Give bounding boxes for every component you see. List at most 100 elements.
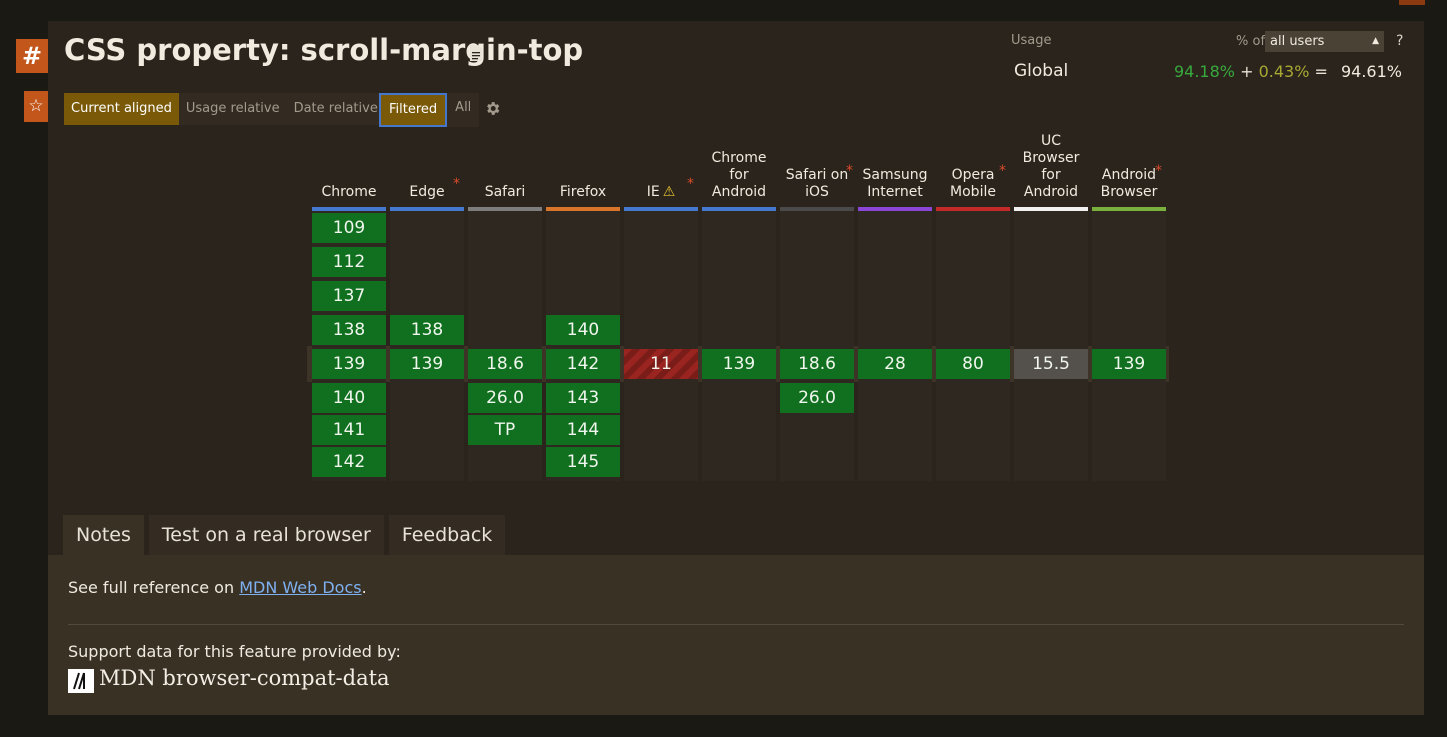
- tab-test-on-real-browser[interactable]: Test on a real browser: [148, 515, 384, 555]
- version-cell-ie[interactable]: 11: [624, 349, 698, 379]
- version-cell-chrome[interactable]: 138: [312, 315, 386, 345]
- version-cell-chrome[interactable]: 140: [312, 383, 386, 413]
- version-cell-firefox[interactable]: 144: [546, 415, 620, 445]
- browser-color-bar-android-browser: [1092, 207, 1166, 211]
- browser-header-safari[interactable]: Safari: [468, 184, 542, 201]
- usage-relative-button[interactable]: Usage relative: [178, 93, 287, 125]
- all-button[interactable]: All: [447, 93, 480, 127]
- tab-notes[interactable]: Notes: [63, 515, 144, 555]
- browser-header-firefox[interactable]: Firefox: [546, 184, 620, 201]
- browser-name-android-browser: Android Browser: [1100, 167, 1158, 200]
- full-support-percent: 94.18%: [1173, 62, 1235, 81]
- browser-header-ie[interactable]: IE ⚠ *: [624, 176, 698, 201]
- info-tabs: Notes Test on a real browser Feedback: [63, 515, 510, 555]
- version-cell-samsung-internet[interactable]: 28: [858, 349, 932, 379]
- select-arrows-icon: ▲: [1372, 36, 1379, 46]
- equals-sign: =: [1314, 62, 1328, 81]
- browser-color-bar-samsung-internet: [858, 207, 932, 211]
- browser-header-uc-browser-for-android[interactable]: UC Browser for Android: [1014, 133, 1088, 201]
- column-stripe-ie: [624, 211, 698, 481]
- mdn-logo-icon[interactable]: [68, 669, 94, 693]
- browser-color-bar-edge: [390, 207, 464, 211]
- note-asterisk-icon[interactable]: *: [687, 176, 694, 193]
- note-asterisk-icon[interactable]: *: [1155, 163, 1162, 180]
- browser-name-edge: Edge: [409, 184, 445, 200]
- gear-icon[interactable]: [484, 100, 501, 117]
- version-cell-edge[interactable]: 139: [390, 349, 464, 379]
- document-icon[interactable]: [469, 45, 483, 61]
- column-stripe-safari-on-ios: [780, 211, 854, 481]
- star-icon[interactable]: ☆: [24, 91, 48, 122]
- browser-color-bar-chrome-for-android: [702, 207, 776, 211]
- browser-color-bar-chrome: [312, 207, 386, 211]
- version-cell-safari[interactable]: 18.6: [468, 349, 542, 379]
- version-cell-safari[interactable]: 26.0: [468, 383, 542, 413]
- browser-name-uc-browser-for-android: UC Browser for Android: [1022, 133, 1080, 200]
- partial-support-percent: 0.43%: [1258, 62, 1310, 81]
- browser-header-chrome-for-android[interactable]: Chrome for Android: [702, 150, 776, 201]
- version-cell-chrome[interactable]: 141: [312, 415, 386, 445]
- version-cell-chrome-for-android[interactable]: 139: [702, 349, 776, 379]
- column-stripe-samsung-internet: [858, 211, 932, 481]
- browser-name-firefox: Firefox: [559, 184, 607, 200]
- reference-prefix: See full reference on: [68, 578, 240, 597]
- browser-header-safari-on-ios[interactable]: Safari on iOS *: [780, 163, 854, 201]
- column-stripe-android-browser: [1092, 211, 1166, 481]
- support-data-text: Support data for this feature provided b…: [68, 642, 401, 661]
- mdn-link[interactable]: MDN Web Docs: [239, 578, 361, 597]
- top-corner-tab[interactable]: [1399, 0, 1425, 5]
- help-link[interactable]: ?: [1396, 33, 1403, 49]
- provider-name[interactable]: MDN browser-compat-data: [99, 666, 390, 690]
- notes-panel: See full reference on MDN Web Docs. Supp…: [48, 555, 1424, 715]
- column-stripe-chrome-for-android: [702, 211, 776, 481]
- users-select-value: all users: [1270, 34, 1325, 49]
- browser-header-edge[interactable]: Edge *: [390, 176, 464, 201]
- version-cell-firefox[interactable]: 143: [546, 383, 620, 413]
- version-cell-firefox[interactable]: 142: [546, 349, 620, 379]
- browser-name-chrome: Chrome: [321, 184, 377, 200]
- version-cell-uc-browser-for-android[interactable]: 15.5: [1014, 349, 1088, 379]
- note-asterisk-icon[interactable]: *: [846, 163, 853, 180]
- reference-text: See full reference on MDN Web Docs.: [68, 578, 367, 597]
- current-aligned-button[interactable]: Current aligned: [64, 93, 179, 125]
- browser-color-bar-safari-on-ios: [780, 207, 854, 211]
- version-cell-firefox[interactable]: 145: [546, 447, 620, 477]
- percent-of-label: % of: [1236, 34, 1266, 49]
- browser-header-android-browser[interactable]: Android Browser *: [1092, 163, 1166, 201]
- note-asterisk-icon[interactable]: *: [453, 176, 460, 193]
- plus-sign: +: [1240, 62, 1254, 81]
- version-cell-opera-mobile[interactable]: 80: [936, 349, 1010, 379]
- users-select[interactable]: all users ▲: [1265, 31, 1384, 52]
- browser-color-bar-opera-mobile: [936, 207, 1010, 211]
- filtered-button[interactable]: Filtered: [379, 93, 448, 127]
- version-cell-chrome[interactable]: 109: [312, 213, 386, 243]
- version-cell-chrome[interactable]: 137: [312, 281, 386, 311]
- divider: [68, 624, 1404, 625]
- version-cell-chrome[interactable]: 112: [312, 247, 386, 277]
- browser-header-chrome[interactable]: Chrome: [312, 184, 386, 201]
- browser-name-safari-on-ios: Safari on iOS: [785, 167, 849, 200]
- total-percent: 94.61%: [1340, 62, 1402, 81]
- version-cell-safari[interactable]: TP: [468, 415, 542, 445]
- region-label: Global: [1014, 61, 1069, 81]
- hash-icon[interactable]: #: [16, 39, 48, 73]
- browser-header-samsung-internet[interactable]: Samsung Internet: [858, 167, 932, 201]
- version-cell-chrome[interactable]: 142: [312, 447, 386, 477]
- version-cell-firefox[interactable]: 140: [546, 315, 620, 345]
- browser-name-ie: IE: [646, 184, 660, 200]
- browser-name-safari: Safari: [484, 184, 526, 200]
- browser-color-bar-safari: [468, 207, 542, 211]
- version-cell-safari-on-ios[interactable]: 18.6: [780, 349, 854, 379]
- version-cell-edge[interactable]: 138: [390, 315, 464, 345]
- note-asterisk-icon[interactable]: *: [999, 163, 1006, 180]
- column-stripe-edge: [390, 211, 464, 481]
- version-cell-chrome[interactable]: 139: [312, 349, 386, 379]
- date-relative-button[interactable]: Date relative: [286, 93, 385, 125]
- column-stripe-uc-browser-for-android: [1014, 211, 1088, 481]
- version-cell-safari-on-ios[interactable]: 26.0: [780, 383, 854, 413]
- browser-header-opera-mobile[interactable]: Opera Mobile *: [936, 163, 1010, 201]
- tab-feedback[interactable]: Feedback: [388, 515, 506, 555]
- browser-name-chrome-for-android: Chrome for Android: [711, 150, 767, 200]
- browser-name-opera-mobile: Opera Mobile: [950, 167, 996, 200]
- version-cell-android-browser[interactable]: 139: [1092, 349, 1166, 379]
